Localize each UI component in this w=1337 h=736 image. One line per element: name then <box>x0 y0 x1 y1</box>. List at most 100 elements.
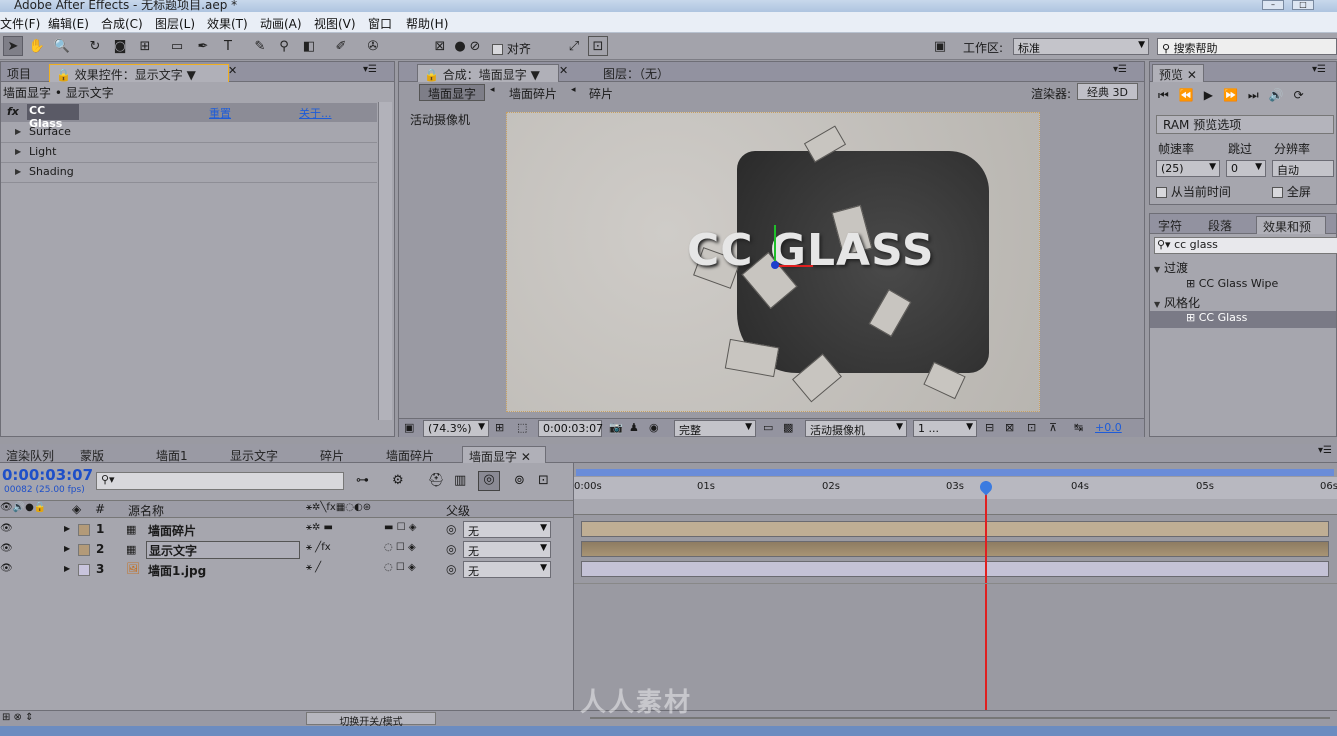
menu-help[interactable]: 帮助(H) <box>406 15 448 32</box>
transparency-grid-icon[interactable]: ▩ <box>783 421 793 434</box>
resolution-dropdown-preview[interactable]: 自动 <box>1272 160 1334 177</box>
property-shading[interactable]: ▶ Shading <box>1 163 377 183</box>
maximize-button[interactable]: □ <box>1292 0 1314 10</box>
tab-paragraph[interactable]: 段落 <box>1202 216 1238 234</box>
menu-window[interactable]: 窗口 <box>368 15 392 32</box>
search-help-field[interactable]: ⚲ 搜索帮助 <box>1157 38 1337 55</box>
draft-3d-icon[interactable]: ⚙ <box>392 473 404 488</box>
close-comp-tab-icon[interactable]: ✕ <box>559 64 568 77</box>
effect-item-cc-glass[interactable]: ⊞ CC Glass <box>1150 311 1336 328</box>
title-safe-icon[interactable]: ⊞ <box>495 421 504 434</box>
parent-dropdown[interactable]: 无 ▼ <box>463 521 551 538</box>
z-axis-gizmo[interactable] <box>771 261 779 269</box>
puppet-pin-tool-icon[interactable]: ✇ <box>363 36 383 56</box>
layer-switches[interactable]: ⚹ ╱ <box>306 562 321 573</box>
x-axis-gizmo[interactable] <box>775 265 813 267</box>
zoom-slider[interactable] <box>590 717 1330 719</box>
ram-preview-options[interactable]: RAM 预览选项 <box>1156 115 1334 134</box>
hand-tool-icon[interactable]: ✋ <box>27 36 47 56</box>
selection-tool-icon[interactable]: ➤ <box>3 36 23 56</box>
time-ruler[interactable]: 0:00s 01s 02s 03s 04s 05s 06s <box>574 477 1337 499</box>
timeline-menu-icon[interactable]: ▾☰ <box>1318 445 1332 456</box>
tab-effect-controls[interactable]: 🔒 效果控件：显示文字 ▼ <box>49 64 229 82</box>
reset-link[interactable]: 重置 <box>209 105 231 121</box>
tab-comp-wall1[interactable]: 墙面1 <box>150 446 194 464</box>
layer-switches[interactable]: ⚹✲ ▬ <box>306 522 333 533</box>
text-tool-icon[interactable]: T <box>218 36 238 56</box>
tab-effects-presets[interactable]: 效果和预 <box>1256 216 1326 234</box>
menu-composition[interactable]: 合成(C) <box>101 15 143 32</box>
layer-modes[interactable]: ◌ ☐ ◈ <box>384 562 416 573</box>
tab-comp-wall-fragments[interactable]: 墙面碎片 <box>380 446 440 464</box>
playhead[interactable] <box>977 478 995 713</box>
align-checkbox[interactable]: 对齐 <box>492 40 531 57</box>
expand-triangle-icon[interactable]: ▶ <box>64 544 70 553</box>
footer-toggle-icons[interactable]: ⊞ ⊗ ⇕ <box>2 712 34 723</box>
layer-name[interactable]: 显示文字 <box>146 541 300 559</box>
time-navigator[interactable] <box>576 469 1334 476</box>
playback-controls[interactable]: ⏮⏪▶⏩⏭🔊⟳ <box>1158 88 1314 103</box>
from-current-time-checkbox[interactable]: 从当前时间 <box>1156 183 1231 200</box>
pickwhip-icon[interactable]: ◎ <box>446 522 456 536</box>
rectangle-tool-icon[interactable]: ▭ <box>167 36 187 56</box>
frame-blending-icon[interactable]: ▥ <box>454 473 466 488</box>
menu-animation[interactable]: 动画(A) <box>260 15 302 32</box>
snapshot-icon[interactable]: 📷 <box>609 421 623 434</box>
pickwhip-icon[interactable]: ◎ <box>446 542 456 556</box>
menu-file[interactable]: 文件(F) <box>0 15 40 32</box>
motion-blur-icon[interactable]: ◎ <box>478 471 500 491</box>
tab-composition[interactable]: 🔒 合成：墙面显字 ▼ <box>417 64 559 82</box>
parent-dropdown[interactable]: 无 ▼ <box>463 561 551 578</box>
rotation-tool-icon[interactable]: ↻ <box>85 36 105 56</box>
toggle-switches-modes-button[interactable]: 切换开关/模式 <box>306 712 436 728</box>
current-time-field[interactable]: 0:00:03:07 <box>538 420 603 437</box>
menu-effect[interactable]: 效果(T) <box>207 15 248 32</box>
comp-mini-flowchart-icon[interactable]: ⊶ <box>356 473 369 488</box>
layer-row-1[interactable]: 👁 ▶ 1 ▦ 墙面碎片 ⚹✲ ▬ ▬ ☐ ◈ ◎ 无 ▼ <box>0 520 573 540</box>
fast-preview-icon[interactable]: ⊠ <box>1005 421 1014 434</box>
close-tab-icon[interactable]: ✕ <box>228 64 237 77</box>
preview-menu-icon[interactable]: ▾☰ <box>1312 64 1326 75</box>
tab-layer[interactable]: 图层：（无） <box>597 64 675 82</box>
visibility-eye-icon[interactable]: 👁 <box>0 543 13 554</box>
parent-dropdown[interactable]: 无 ▼ <box>463 541 551 558</box>
work-area-bar[interactable] <box>574 499 1337 515</box>
menu-edit[interactable]: 编辑(E) <box>48 15 89 32</box>
col-source-name[interactable]: 源名称 <box>128 502 164 519</box>
comp-panel-menu-icon[interactable]: ▾☰ <box>1113 64 1127 75</box>
zoom-tool-icon[interactable]: 🔍 <box>52 36 72 56</box>
exposure-value[interactable]: +0.0 <box>1095 421 1122 434</box>
snap-icon[interactable]: ⊡ <box>588 36 608 56</box>
framerate-dropdown[interactable]: (25) ▼ <box>1156 160 1220 177</box>
nav-comp-2[interactable]: 墙面碎片 <box>509 85 557 102</box>
always-preview-icon[interactable]: ▣ <box>404 421 414 434</box>
about-link[interactable]: 关于... <box>299 105 332 121</box>
flowchart-icon[interactable]: ⊼ <box>1049 421 1057 434</box>
fullscreen-checkbox[interactable]: 全屏 <box>1272 183 1311 200</box>
minimize-button[interactable]: – <box>1262 0 1284 10</box>
nav-current-comp[interactable]: 墙面显字 <box>419 84 485 101</box>
zoom-dropdown[interactable]: (74.3%) ▼ <box>423 420 489 437</box>
tab-comp-fragments[interactable]: 碎片 <box>314 446 350 464</box>
mask-visibility-icon[interactable]: ⬚ <box>517 421 527 434</box>
category-transition[interactable]: ▼ 过渡 <box>1154 259 1188 276</box>
property-light[interactable]: ▶ Light <box>1 143 377 163</box>
tab-comp-wall-text[interactable]: 墙面显字 ✕ <box>462 446 546 464</box>
camera-tool-icon[interactable]: ◙ <box>110 36 130 56</box>
pen-tool-icon[interactable]: ✒ <box>193 36 213 56</box>
layer-switches[interactable]: ⚹ ╱fx <box>306 542 331 553</box>
fx-icon[interactable]: fx <box>7 105 19 118</box>
layer-modes[interactable]: ◌ ☐ ◈ <box>384 542 416 553</box>
graph-editor-icon[interactable]: ⊚ <box>514 473 525 488</box>
layer-name[interactable]: 墙面碎片 <box>148 522 196 539</box>
view-axis-icon[interactable]: ⊘ <box>465 36 485 56</box>
roto-brush-tool-icon[interactable]: ✐ <box>331 36 351 56</box>
comp-viewport[interactable]: CC GLASS <box>506 112 1040 412</box>
panel-menu-icon[interactable]: ▾☰ <box>363 64 377 75</box>
layer-label-color[interactable] <box>78 564 90 576</box>
effect-header-row[interactable]: fx CC Glass 重置 关于... <box>1 103 377 130</box>
reset-exposure-icon[interactable]: ↹ <box>1074 421 1083 434</box>
channel-icon[interactable]: ◉ <box>649 421 659 434</box>
camera-view-dropdown[interactable]: 活动摄像机 ▼ <box>805 420 907 437</box>
layer-bar-2[interactable] <box>581 541 1329 557</box>
